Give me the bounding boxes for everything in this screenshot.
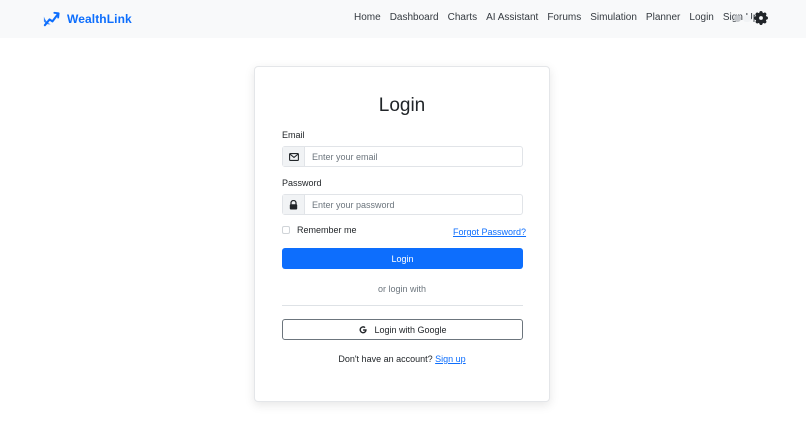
- theme-toggle-knob[interactable]: [734, 15, 741, 22]
- login-card: Login Email Password Remember me Forgot …: [254, 66, 550, 402]
- theme-toggle-track[interactable]: [743, 15, 751, 22]
- brand-link[interactable]: WealthLink: [42, 9, 132, 28]
- lock-icon: [283, 195, 305, 214]
- nav-login[interactable]: Login: [689, 12, 713, 23]
- login-button[interactable]: Login: [282, 248, 523, 269]
- gear-icon[interactable]: [754, 11, 768, 25]
- navbar: WealthLink Home Dashboard Charts AI Assi…: [0, 0, 806, 38]
- nav-links: Home Dashboard Charts AI Assistant Forum…: [354, 12, 767, 23]
- google-login-button[interactable]: Login with Google: [282, 319, 523, 340]
- envelope-icon: [283, 147, 305, 166]
- chart-up-icon: [43, 11, 60, 27]
- or-login-with-text: or login with: [377, 284, 427, 294]
- signup-prompt: Don't have an account?: [338, 354, 433, 364]
- nav-planner[interactable]: Planner: [646, 12, 680, 23]
- email-input-group: [282, 146, 523, 167]
- google-button-label: Login with Google: [374, 324, 447, 335]
- signup-link[interactable]: Sign up: [435, 354, 466, 364]
- password-input-group: [282, 194, 523, 215]
- remember-checkbox[interactable]: [282, 226, 290, 234]
- password-label: Password: [282, 178, 322, 188]
- nav-forums[interactable]: Forums: [547, 12, 581, 23]
- email-label: Email: [282, 130, 305, 140]
- password-input[interactable]: [305, 195, 522, 214]
- divider: [282, 305, 523, 306]
- form-title: Login: [378, 95, 426, 116]
- nav-dashboard[interactable]: Dashboard: [390, 12, 439, 23]
- remember-label: Remember me: [297, 225, 357, 235]
- nav-ai-assistant[interactable]: AI Assistant: [486, 12, 538, 23]
- remember-me[interactable]: Remember me: [282, 225, 357, 235]
- forgot-password-link[interactable]: Forgot Password?: [453, 227, 526, 237]
- signup-row: Don't have an account? Sign up: [255, 354, 549, 364]
- email-input[interactable]: [305, 147, 522, 166]
- brand-name: WealthLink: [67, 11, 132, 26]
- nav-home[interactable]: Home: [354, 12, 381, 23]
- nav-simulation[interactable]: Simulation: [590, 12, 637, 23]
- google-g-icon: [359, 325, 368, 333]
- nav-charts[interactable]: Charts: [448, 12, 477, 23]
